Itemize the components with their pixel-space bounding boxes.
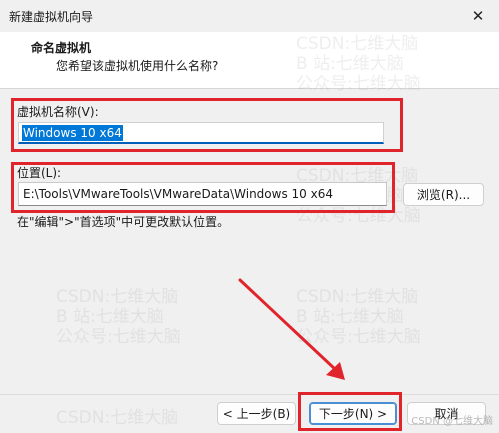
arrow-shaft: [238, 278, 338, 372]
annotation-arrow-icon: [238, 278, 345, 380]
new-vm-wizard-window: 新建虚拟机向导 ✕ 命名虚拟机 您希望该虚拟机使用什么名称? CSDN:七维大脑…: [0, 0, 499, 433]
corner-watermark: CSDN @七维大脑: [411, 416, 493, 427]
